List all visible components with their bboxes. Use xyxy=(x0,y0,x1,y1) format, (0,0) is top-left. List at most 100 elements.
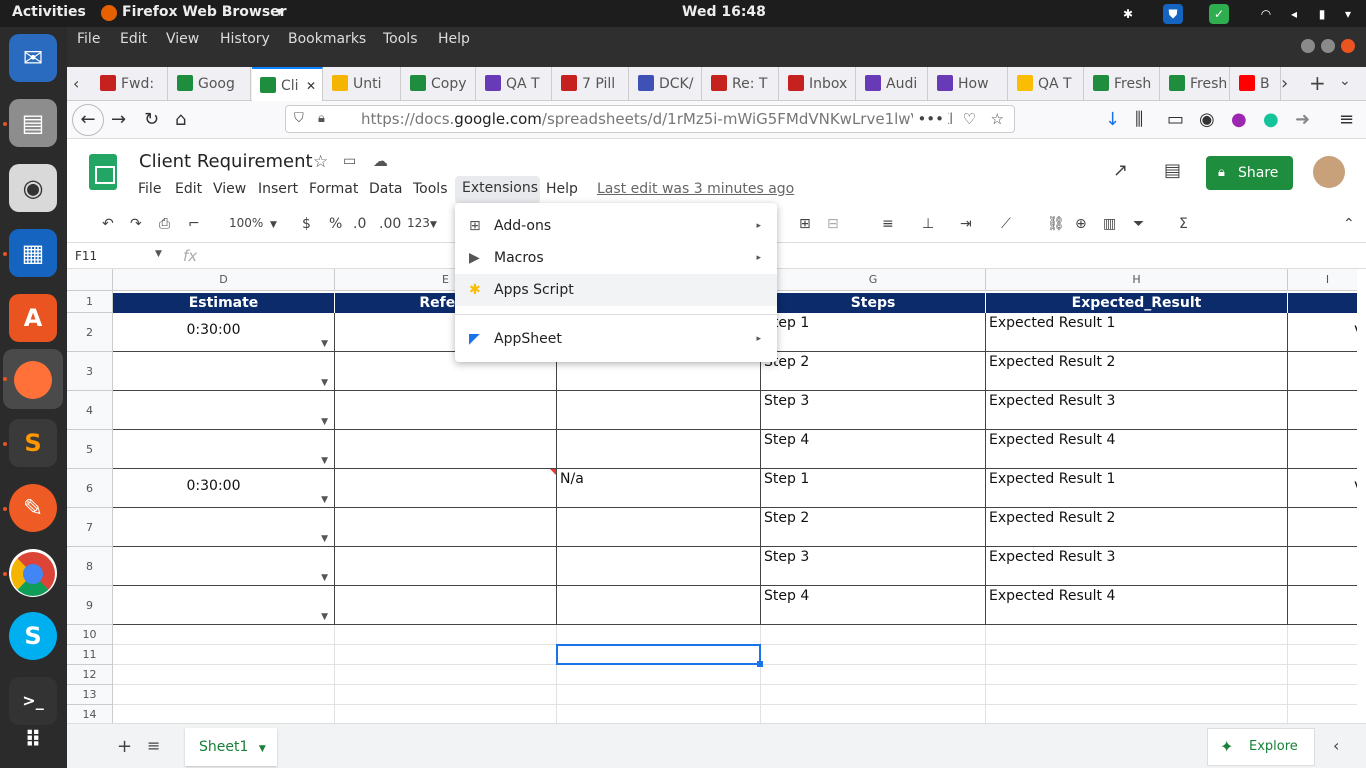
browser-tab[interactable]: Re: T xyxy=(703,67,779,101)
grid-cell[interactable]: 0:30:00 ▼ xyxy=(113,469,335,508)
more-formats-button[interactable]: 123 xyxy=(407,216,430,230)
browser-tab[interactable]: Inbox xyxy=(780,67,856,101)
app-menu[interactable]: Firefox Web Browser xyxy=(122,4,287,20)
grid-cell[interactable] xyxy=(1288,665,1357,685)
grid-cell[interactable] xyxy=(113,625,335,645)
sheets-menu-insert[interactable]: Insert xyxy=(258,181,298,197)
clock[interactable]: Wed 16:48 xyxy=(682,4,766,20)
activity-trend-icon[interactable]: ↗ xyxy=(1113,160,1128,181)
grid-cell[interactable] xyxy=(761,685,986,705)
browser-tab[interactable]: QA T xyxy=(477,67,552,101)
hamburger-menu-icon[interactable]: ≡ xyxy=(1339,109,1354,130)
sheet-tab[interactable]: Sheet1 ▼ xyxy=(185,728,277,766)
grid-cell[interactable] xyxy=(557,508,761,547)
grid-cell[interactable]: Step 2 xyxy=(761,508,986,547)
avatar[interactable] xyxy=(1313,156,1345,188)
reload-button[interactable]: ↻ xyxy=(144,109,159,130)
grid-cell[interactable] xyxy=(335,625,557,645)
new-tab-icon[interactable]: + xyxy=(1309,71,1326,95)
rhythmbox-icon[interactable]: ◉ xyxy=(9,164,57,212)
writer-icon[interactable]: ▦ xyxy=(9,229,57,277)
browser-tab[interactable]: How xyxy=(929,67,1008,101)
move-folder-icon[interactable]: ▭ xyxy=(343,153,356,169)
browser-tab[interactable]: Fresh xyxy=(1085,67,1160,101)
app-grid-icon[interactable]: ⠿ xyxy=(9,717,57,765)
menu-edit[interactable]: Edit xyxy=(120,31,147,47)
paint-format-icon[interactable]: ⌐ xyxy=(188,216,200,232)
borders-icon[interactable]: ⊞ xyxy=(799,216,811,232)
grid-cell[interactable] xyxy=(557,625,761,645)
row-header[interactable]: 2 xyxy=(67,313,113,352)
tabs-scroll-right-icon[interactable]: › xyxy=(1281,73,1288,94)
increase-decimal-button[interactable]: .00 xyxy=(379,216,401,232)
grid-cell[interactable] xyxy=(335,685,557,705)
grid-cell[interactable]: Expected Result 1 xyxy=(986,313,1288,352)
sheets-menu-tools[interactable]: Tools xyxy=(413,181,448,197)
grid-cell[interactable]: N/a xyxy=(557,469,761,508)
selection-handle[interactable] xyxy=(757,661,763,667)
row-header[interactable]: 9 xyxy=(67,586,113,625)
grid-cell[interactable] xyxy=(1288,547,1357,586)
doc-title[interactable]: Client Requirement xyxy=(139,151,313,172)
activities-button[interactable]: Activities xyxy=(12,4,86,20)
grid-cell[interactable]: Step 3 xyxy=(761,547,986,586)
chevron-down-icon[interactable]: ▼ xyxy=(155,249,162,259)
grid-cell[interactable] xyxy=(761,625,986,645)
grid-cell[interactable] xyxy=(986,665,1288,685)
menu-view[interactable]: View xyxy=(166,31,199,47)
grid-cell[interactable] xyxy=(113,685,335,705)
browser-tab[interactable]: 7 Pill xyxy=(553,67,629,101)
grid-cell[interactable] xyxy=(335,508,557,547)
row-header[interactable]: 6 xyxy=(67,469,113,508)
dropdown-arrow-icon[interactable]: ▼ xyxy=(321,483,328,507)
decrease-decimal-button[interactable]: .0 xyxy=(353,216,366,232)
menu-history[interactable]: History xyxy=(220,31,270,47)
browser-tab[interactable]: DCK/ xyxy=(630,67,702,101)
grid-cell[interactable] xyxy=(1288,430,1357,469)
close-tab-icon[interactable]: ✕ xyxy=(306,69,316,101)
minimize-button[interactable] xyxy=(1301,39,1315,53)
row-header[interactable]: 5 xyxy=(67,430,113,469)
grid-cell[interactable]: ▼ xyxy=(113,547,335,586)
grid-cell[interactable]: Expected Result 2 xyxy=(986,508,1288,547)
all-sheets-icon[interactable]: ≡ xyxy=(147,736,160,755)
tab-list-icon[interactable]: ⌄ xyxy=(1339,73,1351,89)
grid-cell[interactable] xyxy=(1288,685,1357,705)
grid-cell[interactable]: Step 1 xyxy=(761,313,986,352)
sheets-menu-format[interactable]: Format xyxy=(309,181,358,197)
grid-cell[interactable] xyxy=(986,705,1288,723)
header-cell[interactable]: Estimate xyxy=(113,293,335,313)
browser-tab[interactable]: Goog xyxy=(169,67,251,101)
chrome-icon[interactable] xyxy=(9,549,57,597)
menu-item-appsheet[interactable]: ◤ AppSheet ▸ xyxy=(455,323,777,355)
row-header[interactable]: 12 xyxy=(67,665,113,685)
grid-cell[interactable] xyxy=(986,685,1288,705)
column-header[interactable]: I xyxy=(1288,269,1357,291)
grid-cell[interactable]: ▼ xyxy=(113,430,335,469)
grid-cell[interactable] xyxy=(1288,391,1357,430)
forward-button[interactable]: → xyxy=(111,109,126,130)
insert-chart-icon[interactable]: ▥ xyxy=(1103,216,1116,232)
tabs-scroll-left-icon[interactable]: ‹ xyxy=(73,74,79,93)
grid-cell[interactable]: Expected Result 4 xyxy=(986,586,1288,625)
row-header[interactable]: 13 xyxy=(67,685,113,705)
menu-item-add-ons[interactable]: ⊞ Add-ons ▸ xyxy=(455,210,777,242)
menu-item-apps-script[interactable]: ✱ Apps Script xyxy=(455,274,777,306)
check-icon[interactable]: ✓ xyxy=(1209,4,1229,24)
menu-tools[interactable]: Tools xyxy=(383,31,418,47)
back-button[interactable]: ← xyxy=(72,104,104,136)
formula-input[interactable] xyxy=(213,247,1353,265)
software-icon[interactable]: A xyxy=(9,294,57,342)
extension-arrow-icon[interactable]: ➜ xyxy=(1295,109,1310,130)
column-header[interactable]: G xyxy=(761,269,986,291)
grid-cell[interactable] xyxy=(557,685,761,705)
files-icon[interactable]: ▤ xyxy=(9,99,57,147)
tracking-shield-icon[interactable]: ⛉ xyxy=(294,106,304,132)
grid-cell[interactable] xyxy=(761,665,986,685)
grid-cell[interactable] xyxy=(557,391,761,430)
menu-file[interactable]: File xyxy=(77,31,100,47)
chevron-down-icon[interactable]: ▼ xyxy=(270,220,277,230)
dropdown-arrow-icon[interactable]: ▼ xyxy=(321,561,328,585)
weather-icon[interactable]: ✱ xyxy=(1118,4,1138,24)
print-icon[interactable]: ⎙ xyxy=(159,216,170,232)
